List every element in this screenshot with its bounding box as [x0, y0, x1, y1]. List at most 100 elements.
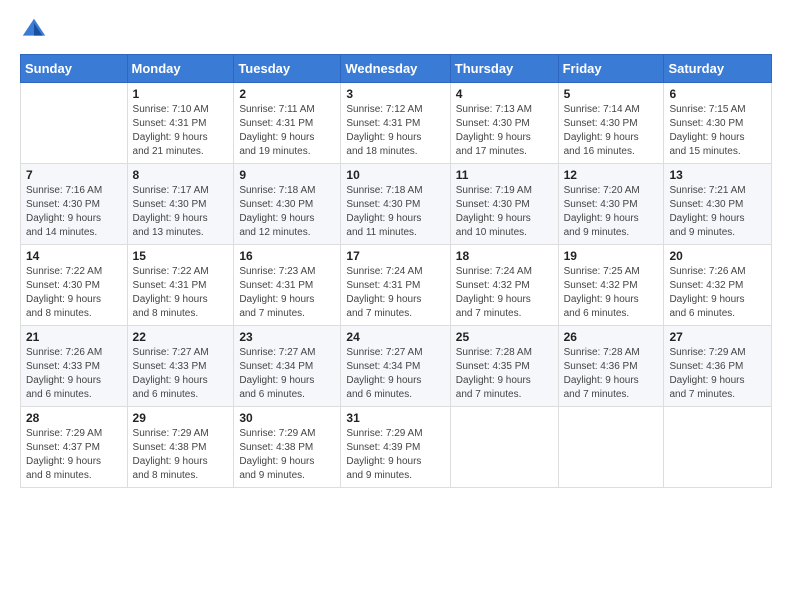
day-info: Sunrise: 7:16 AMSunset: 4:30 PMDaylight:…: [26, 184, 122, 240]
calendar-cell: 31 Sunrise: 7:29 AMSunset: 4:39 PMDayligh…: [341, 407, 450, 488]
calendar-cell: 15Sunrise: 7:22 AMSunset: 4:31 PMDayligh…: [127, 245, 234, 326]
calendar-cell: 11Sunrise: 7:19 AMSunset: 4:30 PMDayligh…: [450, 164, 558, 245]
day-info: Sunrise: 7:29 AMSunset: 4:39 PMDaylight:…: [346, 427, 444, 483]
calendar-cell: 16 Sunrise: 7:23 AMSunset: 4:31 PMDayligh…: [234, 245, 341, 326]
day-number: 10: [346, 168, 444, 182]
day-number: 1: [133, 87, 229, 101]
day-number: 16: [239, 249, 335, 263]
day-info: Sunrise: 7:22 AMSunset: 4:30 PMDaylight:…: [26, 265, 122, 321]
calendar-cell: [21, 83, 128, 164]
calendar-cell: 24 Sunrise: 7:27 AMSunset: 4:34 PMDayligh…: [341, 326, 450, 407]
calendar-cell: 7Sunrise: 7:16 AMSunset: 4:30 PMDaylight…: [21, 164, 128, 245]
weekday-header-friday: Friday: [558, 55, 664, 83]
calendar-cell: 14 Sunrise: 7:22 AMSunset: 4:30 PMDayligh…: [21, 245, 128, 326]
day-info: Sunrise: 7:29 AMSunset: 4:38 PMDaylight:…: [239, 427, 335, 483]
weekday-header-sunday: Sunday: [21, 55, 128, 83]
calendar-cell: 3 Sunrise: 7:12 AMSunset: 4:31 PMDaylight…: [341, 83, 450, 164]
day-info: Sunrise: 7:13 AMSunset: 4:30 PMDaylight:…: [456, 103, 553, 159]
day-number: 14: [26, 249, 122, 263]
calendar-cell: 25 Sunrise: 7:28 AMSunset: 4:35 PMDayligh…: [450, 326, 558, 407]
calendar-cell: [664, 407, 772, 488]
calendar-cell: 23 Sunrise: 7:27 AMSunset: 4:34 PMDayligh…: [234, 326, 341, 407]
day-number: 26: [564, 330, 659, 344]
day-info: Sunrise: 7:12 AMSunset: 4:31 PMDaylight:…: [346, 103, 444, 159]
day-info: Sunrise: 7:22 AMSunset: 4:31 PMDaylight:…: [133, 265, 229, 321]
calendar-cell: 29 Sunrise: 7:29 AMSunset: 4:38 PMDayligh…: [127, 407, 234, 488]
day-number: 25: [456, 330, 553, 344]
day-info: Sunrise: 7:20 AMSunset: 4:30 PMDaylight:…: [564, 184, 659, 240]
calendar-cell: 22 Sunrise: 7:27 AMSunset: 4:33 PMDayligh…: [127, 326, 234, 407]
day-number: 3: [346, 87, 444, 101]
weekday-header-saturday: Saturday: [664, 55, 772, 83]
day-info: Sunrise: 7:10 AMSunset: 4:31 PMDaylight:…: [133, 103, 229, 159]
day-number: 4: [456, 87, 553, 101]
calendar-cell: 6 Sunrise: 7:15 AMSunset: 4:30 PMDaylight…: [664, 83, 772, 164]
calendar-week-row: 21 Sunrise: 7:26 AMSunset: 4:33 PMDayligh…: [21, 326, 772, 407]
day-info: Sunrise: 7:21 AMSunset: 4:30 PMDaylight:…: [669, 184, 766, 240]
day-number: 31: [346, 411, 444, 425]
day-number: 21: [26, 330, 122, 344]
day-info: Sunrise: 7:18 AMSunset: 4:30 PMDaylight:…: [346, 184, 444, 240]
day-info: Sunrise: 7:26 AMSunset: 4:33 PMDaylight:…: [26, 346, 122, 402]
calendar-cell: 18 Sunrise: 7:24 AMSunset: 4:32 PMDayligh…: [450, 245, 558, 326]
day-number: 29: [133, 411, 229, 425]
calendar-cell: 2Sunrise: 7:11 AMSunset: 4:31 PMDaylight…: [234, 83, 341, 164]
weekday-header-row: SundayMondayTuesdayWednesdayThursdayFrid…: [21, 55, 772, 83]
day-number: 17: [346, 249, 444, 263]
day-number: 8: [133, 168, 229, 182]
day-number: 9: [239, 168, 335, 182]
day-info: Sunrise: 7:24 AMSunset: 4:32 PMDaylight:…: [456, 265, 553, 321]
day-info: Sunrise: 7:17 AMSunset: 4:30 PMDaylight:…: [133, 184, 229, 240]
calendar-cell: 17 Sunrise: 7:24 AMSunset: 4:31 PMDayligh…: [341, 245, 450, 326]
calendar-cell: 30 Sunrise: 7:29 AMSunset: 4:38 PMDayligh…: [234, 407, 341, 488]
day-number: 19: [564, 249, 659, 263]
day-info: Sunrise: 7:24 AMSunset: 4:31 PMDaylight:…: [346, 265, 444, 321]
day-number: 30: [239, 411, 335, 425]
calendar-cell: 20 Sunrise: 7:26 AMSunset: 4:32 PMDayligh…: [664, 245, 772, 326]
day-number: 24: [346, 330, 444, 344]
calendar-cell: 1 Sunrise: 7:10 AMSunset: 4:31 PMDaylight…: [127, 83, 234, 164]
calendar-week-row: 7Sunrise: 7:16 AMSunset: 4:30 PMDaylight…: [21, 164, 772, 245]
calendar-cell: 9 Sunrise: 7:18 AMSunset: 4:30 PMDaylight…: [234, 164, 341, 245]
day-number: 23: [239, 330, 335, 344]
day-number: 13: [669, 168, 766, 182]
day-info: Sunrise: 7:15 AMSunset: 4:30 PMDaylight:…: [669, 103, 766, 159]
calendar-cell: 13 Sunrise: 7:21 AMSunset: 4:30 PMDayligh…: [664, 164, 772, 245]
day-number: 6: [669, 87, 766, 101]
calendar-cell: 21 Sunrise: 7:26 AMSunset: 4:33 PMDayligh…: [21, 326, 128, 407]
day-info: Sunrise: 7:23 AMSunset: 4:31 PMDaylight:…: [239, 265, 335, 321]
calendar-cell: 26 Sunrise: 7:28 AMSunset: 4:36 PMDayligh…: [558, 326, 664, 407]
day-info: Sunrise: 7:28 AMSunset: 4:36 PMDaylight:…: [564, 346, 659, 402]
weekday-header-tuesday: Tuesday: [234, 55, 341, 83]
calendar-table: SundayMondayTuesdayWednesdayThursdayFrid…: [20, 54, 772, 488]
weekday-header-wednesday: Wednesday: [341, 55, 450, 83]
calendar-cell: 10 Sunrise: 7:18 AMSunset: 4:30 PMDayligh…: [341, 164, 450, 245]
day-number: 5: [564, 87, 659, 101]
day-info: Sunrise: 7:27 AMSunset: 4:34 PMDaylight:…: [346, 346, 444, 402]
day-info: Sunrise: 7:28 AMSunset: 4:35 PMDaylight:…: [456, 346, 553, 402]
calendar-cell: 5 Sunrise: 7:14 AMSunset: 4:30 PMDaylight…: [558, 83, 664, 164]
day-info: Sunrise: 7:25 AMSunset: 4:32 PMDaylight:…: [564, 265, 659, 321]
day-number: 22: [133, 330, 229, 344]
day-info: Sunrise: 7:27 AMSunset: 4:34 PMDaylight:…: [239, 346, 335, 402]
day-info: Sunrise: 7:26 AMSunset: 4:32 PMDaylight:…: [669, 265, 766, 321]
calendar-week-row: 28 Sunrise: 7:29 AMSunset: 4:37 PMDayligh…: [21, 407, 772, 488]
day-info: Sunrise: 7:27 AMSunset: 4:33 PMDaylight:…: [133, 346, 229, 402]
calendar-cell: 27Sunrise: 7:29 AMSunset: 4:36 PMDayligh…: [664, 326, 772, 407]
day-info: Sunrise: 7:14 AMSunset: 4:30 PMDaylight:…: [564, 103, 659, 159]
day-number: 11: [456, 168, 553, 182]
weekday-header-monday: Monday: [127, 55, 234, 83]
day-info: Sunrise: 7:18 AMSunset: 4:30 PMDaylight:…: [239, 184, 335, 240]
calendar-cell: 19 Sunrise: 7:25 AMSunset: 4:32 PMDayligh…: [558, 245, 664, 326]
day-info: Sunrise: 7:29 AMSunset: 4:37 PMDaylight:…: [26, 427, 122, 483]
day-info: Sunrise: 7:29 AMSunset: 4:38 PMDaylight:…: [133, 427, 229, 483]
day-number: 18: [456, 249, 553, 263]
day-number: 20: [669, 249, 766, 263]
calendar-week-row: 1 Sunrise: 7:10 AMSunset: 4:31 PMDaylight…: [21, 83, 772, 164]
day-number: 12: [564, 168, 659, 182]
day-number: 2: [239, 87, 335, 101]
calendar-cell: 8 Sunrise: 7:17 AMSunset: 4:30 PMDaylight…: [127, 164, 234, 245]
day-number: 28: [26, 411, 122, 425]
logo: [20, 16, 52, 44]
header: [20, 16, 772, 44]
